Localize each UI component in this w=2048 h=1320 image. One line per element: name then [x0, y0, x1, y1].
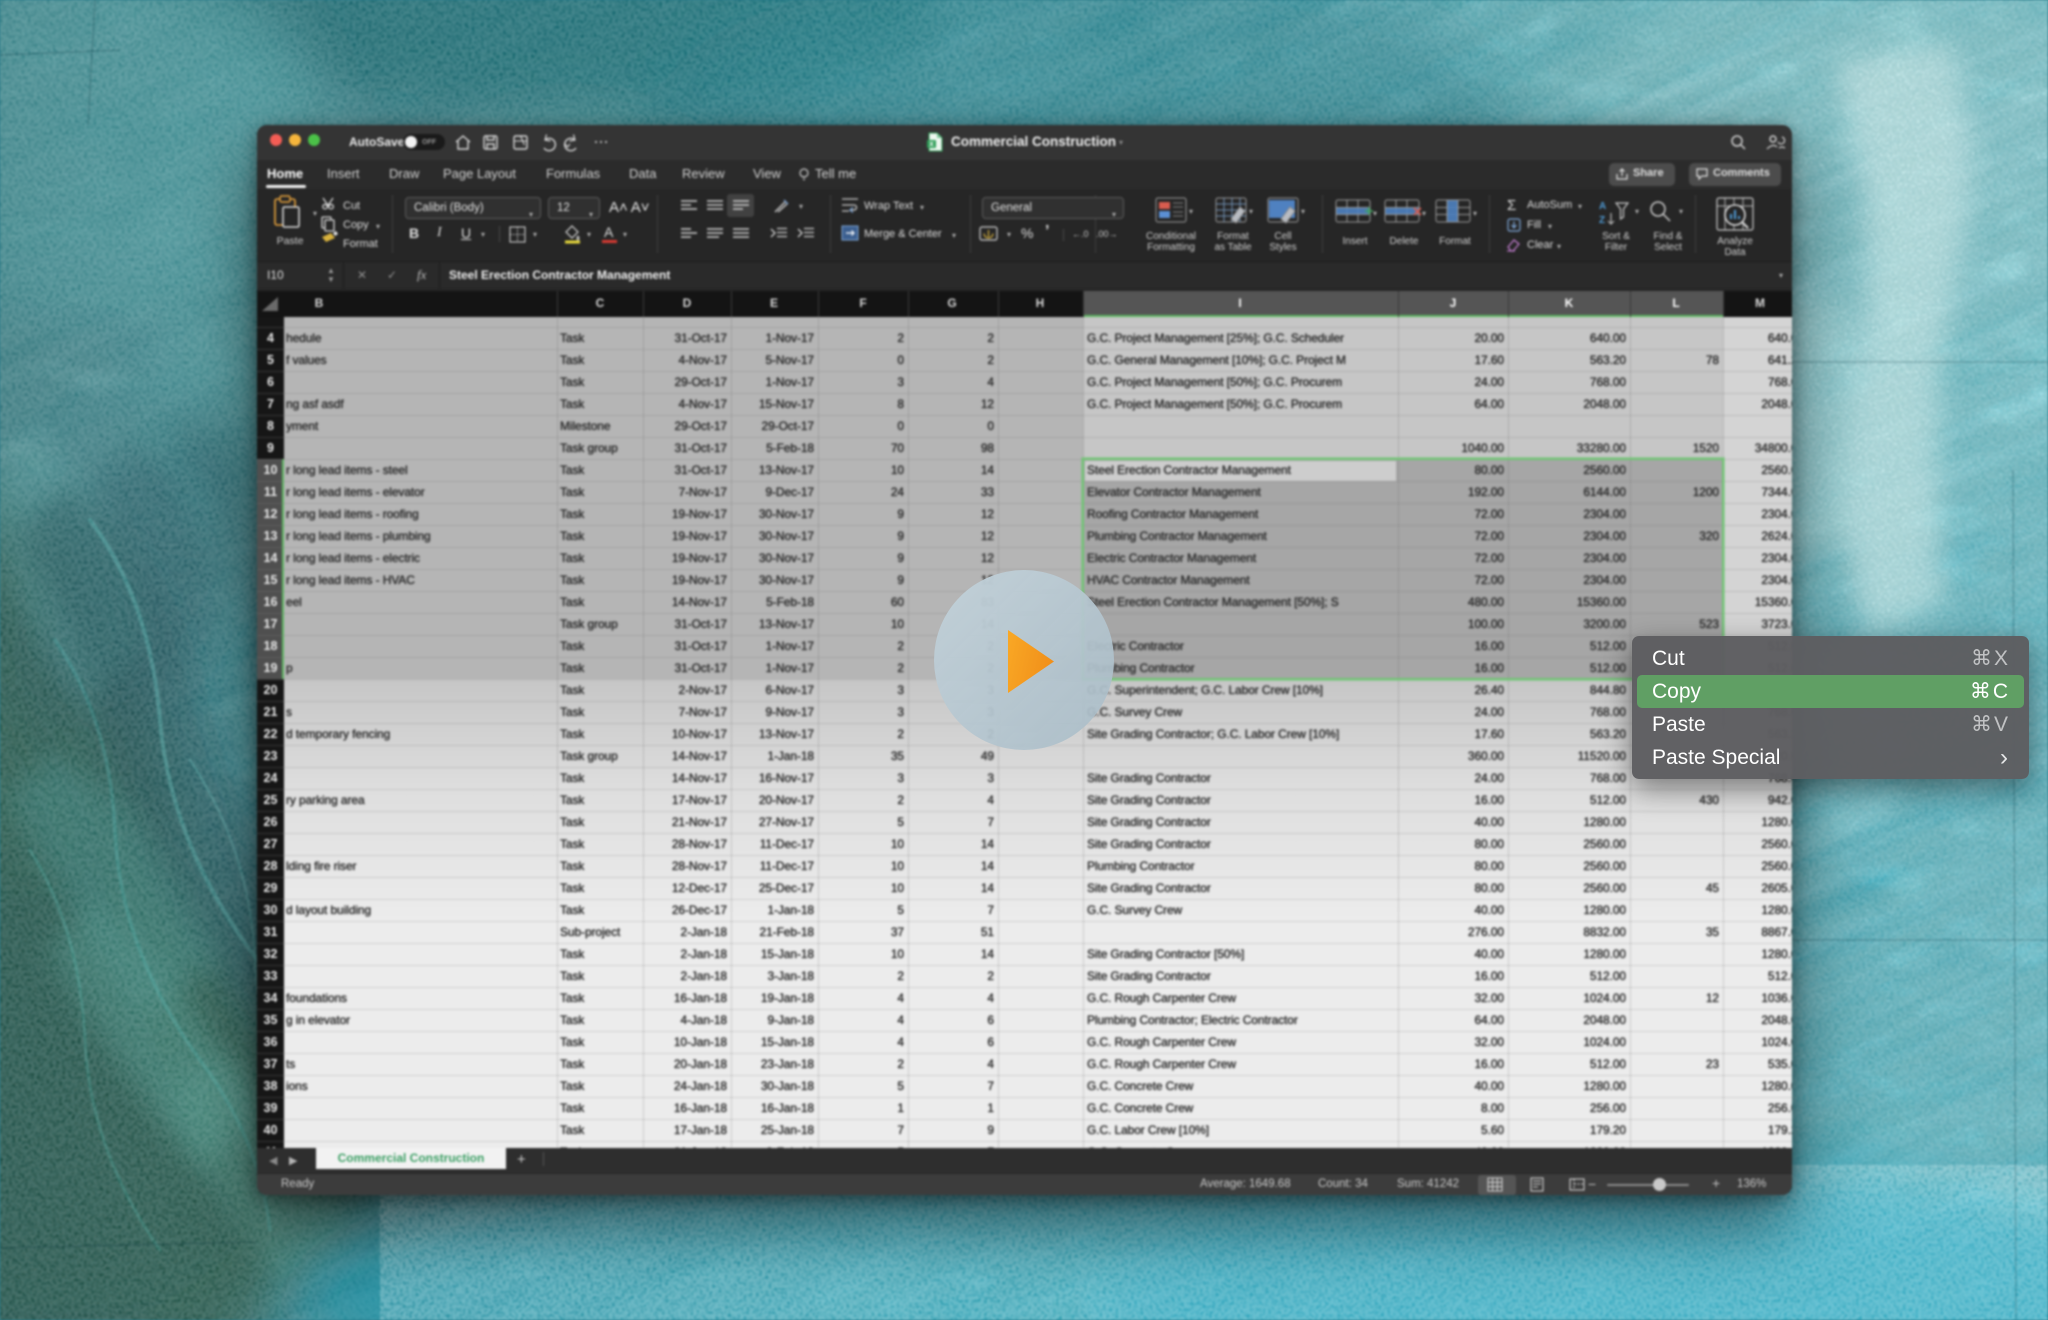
svg-text:Z: Z: [1599, 215, 1605, 225]
svg-text:.00→: .00→: [1096, 229, 1116, 239]
svg-text:←.0: ←.0: [1072, 229, 1089, 239]
svg-text:X: X: [929, 142, 934, 149]
svg-text:A: A: [1599, 201, 1606, 212]
